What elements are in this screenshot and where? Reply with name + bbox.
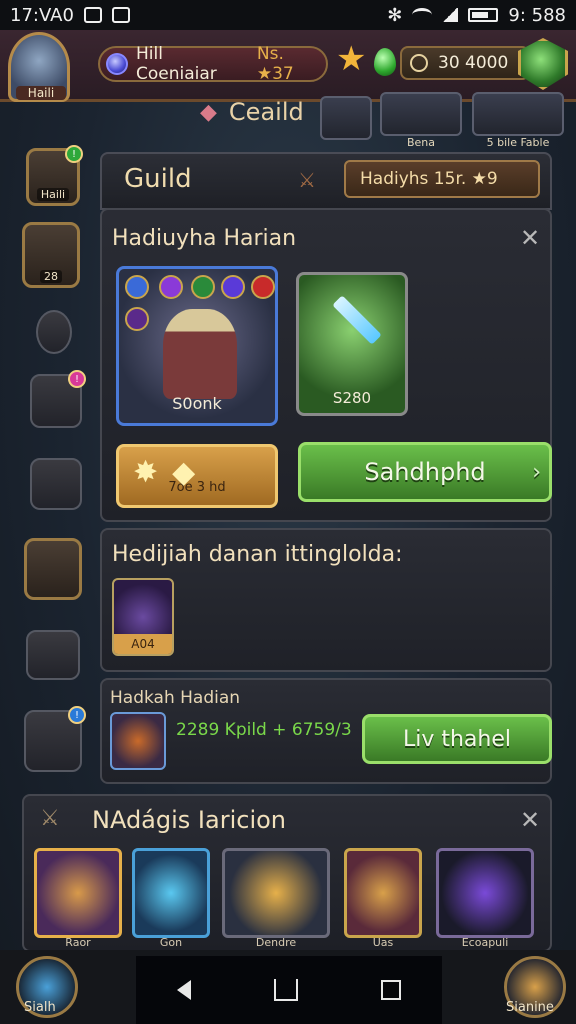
clock-icon <box>410 54 428 72</box>
notification-badge: ! <box>68 370 86 388</box>
nav-right-label: Sianine <box>506 1000 554 1015</box>
daily-panel-title: Hadiuyha Harian <box>112 226 297 251</box>
bluetooth-icon: ✻ <box>387 4 403 26</box>
gold-reward-button[interactable]: ✸◆ 7oe 3 hd <box>116 444 278 508</box>
skill-orb-icon <box>159 275 183 299</box>
sidebar-item-treasure[interactable]: ! Haili <box>26 145 83 206</box>
sword-icon: ⚔ <box>298 168 316 192</box>
top-tile-1-label: Bena <box>406 136 436 149</box>
sword-icon: ⚔ <box>40 806 60 831</box>
inventory-item[interactable]: Raor <box>34 848 122 949</box>
guild-badge-text: Hadiyhs 15r. ★9 <box>360 169 498 189</box>
sword-card[interactable]: S280 <box>296 272 408 416</box>
inventory-item[interactable]: Uas <box>344 848 422 949</box>
sword-card-label: S280 <box>332 389 372 407</box>
quest-action-button[interactable]: Liv thahel <box>362 714 552 764</box>
coin-value: 30 4000 <box>438 53 509 73</box>
quest-item[interactable] <box>110 712 166 770</box>
sidebar-item-monster[interactable] <box>24 538 82 600</box>
inventory-item-label: Uas <box>372 936 394 949</box>
claim-button-label: Sahdhp⁠hd <box>364 458 486 486</box>
section-title: Ceaild <box>228 98 304 126</box>
quest-action-label: Liv thahel <box>402 726 512 752</box>
nav-left-label: Sialh <box>24 1000 56 1015</box>
status-time: 17:VA0 <box>10 4 74 26</box>
top-tile-2-label: 5 bile Fable <box>486 136 550 149</box>
player-name: Hill Coeniaiar <box>135 44 217 84</box>
skill-orb-icon <box>251 275 275 299</box>
wand-item-label: A04 <box>114 634 172 654</box>
guild-title: Guild <box>124 164 192 194</box>
sidebar-item-chat[interactable] <box>36 310 72 354</box>
sidebar-label: 28 <box>40 270 62 283</box>
green-gem-icon <box>374 48 396 76</box>
inventory-item[interactable]: Gon <box>132 848 210 949</box>
section-header: ◆ Ceaild <box>200 98 304 126</box>
home-icon[interactable] <box>273 979 298 1001</box>
top-tile-2[interactable]: 5 bile Fable <box>472 92 564 149</box>
star-icon: ★ <box>336 39 367 79</box>
gold-star-icon: ✸◆ <box>133 455 210 490</box>
skill-orb-icon <box>125 307 149 331</box>
blue-gem-icon <box>106 53 128 75</box>
close-icon[interactable]: ✕ <box>520 224 540 252</box>
reward-panel-title: Hedijiah danan ittinglolda: <box>112 542 403 567</box>
battery-icon <box>468 8 499 22</box>
player-name-bar[interactable]: Hill Coeniaiar Ns. ★37 <box>98 44 328 84</box>
status-right-time: 9: 588 <box>508 4 566 26</box>
inventory-item-label: Ecoapuli <box>461 936 509 949</box>
sidebar-item-hero[interactable]: 28 <box>22 222 80 288</box>
recents-icon[interactable] <box>380 980 401 1000</box>
sword-icon <box>332 295 382 345</box>
sidebar-item-feather[interactable] <box>30 458 82 510</box>
guild-quest-title: Hadkah Hadian <box>110 688 241 708</box>
quest-reward-text: 2289 Kpild + 6759/3 <box>176 720 352 740</box>
hero-card-label: S0onk <box>172 394 222 413</box>
player-tag: Ns. ★37 <box>256 44 294 84</box>
notification-badge: ! <box>65 145 83 163</box>
skill-orb-icon <box>191 275 215 299</box>
close-icon[interactable]: ✕ <box>520 806 540 834</box>
hero-card[interactable]: S0onk <box>116 266 278 426</box>
status-bar: 17:VA0 ✻ 9: 588 <box>0 0 576 30</box>
pin-icon: ◆ <box>200 99 217 125</box>
sidebar-item-misc[interactable] <box>26 630 80 680</box>
notification-badge: ! <box>68 706 86 724</box>
inventory-item[interactable]: Ecoapuli <box>436 848 534 949</box>
gallery-icon <box>111 7 130 23</box>
photo-icon <box>83 7 102 23</box>
sidebar-item-staff[interactable]: ! <box>24 706 86 772</box>
sidebar-item-weapon[interactable]: ! <box>30 370 86 428</box>
inventory-item-label: Raor <box>65 936 91 949</box>
inventory-item-label: Gon <box>159 936 183 949</box>
crest-tile[interactable] <box>320 96 372 140</box>
inventory-item-label: Dendre <box>255 936 297 949</box>
avatar-label: Haili <box>16 86 66 100</box>
claim-button[interactable]: Sahdhp⁠hd <box>298 442 552 502</box>
skill-orb-icon <box>125 275 149 299</box>
inventory-title: NAdágis Iaricion <box>92 806 287 834</box>
coin-counter[interactable]: 30 4000 <box>400 46 530 80</box>
top-tile-1[interactable]: Bena <box>380 92 462 149</box>
hero-portrait <box>163 309 237 399</box>
guild-rank-badge[interactable]: Hadiyhs 15r. ★9 <box>344 160 540 198</box>
wifi-icon <box>412 8 433 22</box>
android-nav <box>136 956 442 1024</box>
signal-icon <box>442 8 459 22</box>
back-icon[interactable] <box>177 980 192 1000</box>
inventory-item[interactable]: Dendre <box>222 848 330 949</box>
wand-item[interactable]: A04 <box>112 578 174 656</box>
skill-orb-icon <box>221 275 245 299</box>
sidebar-label: Haili <box>36 188 70 201</box>
